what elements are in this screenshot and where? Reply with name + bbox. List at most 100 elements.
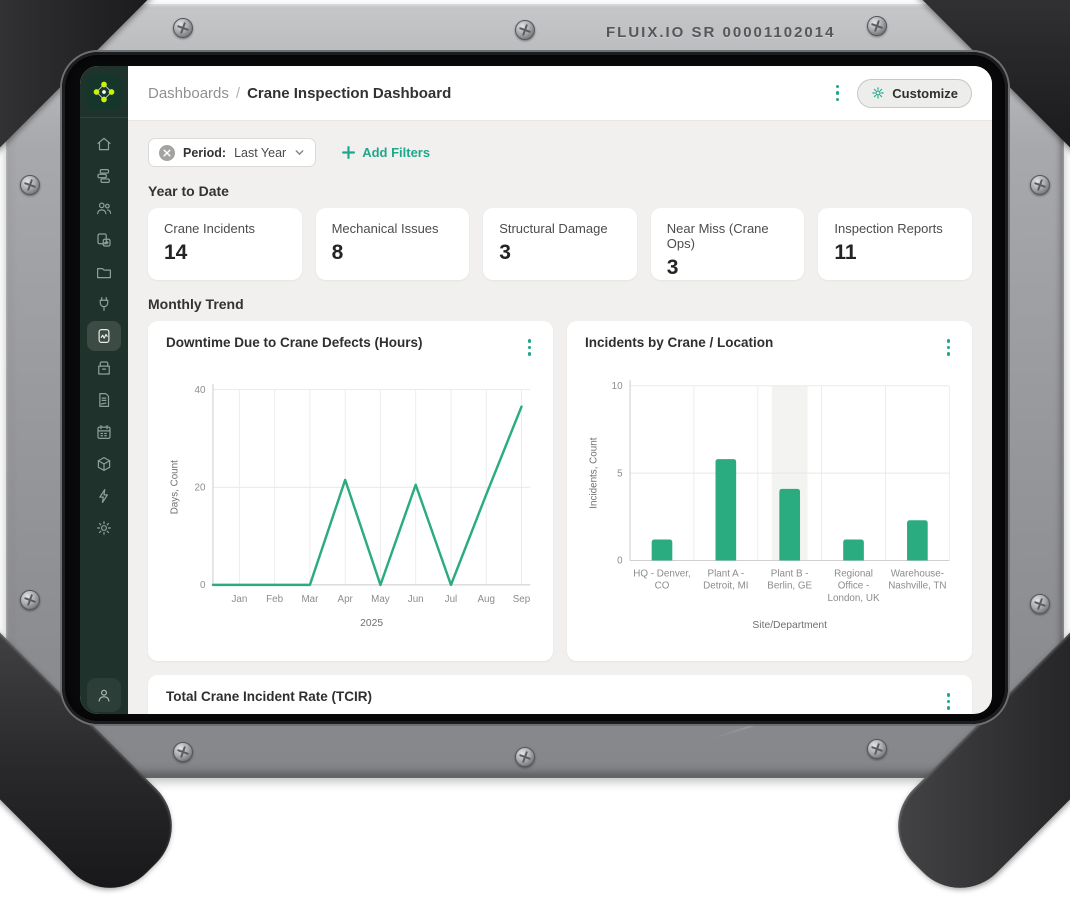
sidebar-item-automation[interactable] (87, 481, 121, 511)
sidebar-item-workflows[interactable] (87, 161, 121, 191)
sidebar-item-account[interactable] (87, 678, 121, 712)
sidebar (80, 66, 128, 714)
bar[interactable] (779, 488, 800, 560)
y-tick-label: 0 (617, 555, 623, 566)
close-icon (163, 149, 171, 157)
kpi-card-crane-incidents: Crane Incidents 14 (148, 208, 302, 280)
screw (20, 590, 40, 610)
sidebar-item-document-edit[interactable] (87, 385, 121, 415)
section-title-monthly-trend: Monthly Trend (148, 296, 972, 312)
folder-icon (95, 263, 113, 281)
downtime-chart-card: Downtime Due to Crane Defects (Hours) 0 2… (148, 321, 553, 661)
sidebar-item-analytics[interactable] (87, 321, 121, 351)
filter-value: Last Year (234, 146, 286, 160)
account-icon (95, 686, 113, 704)
bar[interactable] (907, 520, 928, 560)
sidebar-item-folder[interactable] (87, 257, 121, 287)
add-filters-label: Add Filters (362, 145, 430, 160)
device-brand-label: FLUIX.IO SR 00001102014 (606, 24, 835, 41)
incidents-chart-menu-button[interactable] (943, 335, 955, 360)
x-tick-label: Apr (338, 593, 354, 604)
kpi-value: 3 (667, 256, 789, 280)
chevron-down-icon (294, 147, 305, 158)
kpi-value: 11 (834, 241, 956, 265)
gear-icon (871, 86, 885, 100)
customize-label: Customize (892, 86, 958, 101)
customize-button[interactable]: Customize (857, 79, 972, 108)
kpi-card-mechanical-issues: Mechanical Issues 8 (316, 208, 470, 280)
line-chart: 02040JanFebMarAprMayJunJulAugSep2025Days… (166, 364, 535, 648)
downtime-chart-menu-button[interactable] (524, 335, 536, 360)
kpi-label: Structural Damage (499, 221, 621, 236)
y-tick-label: 5 (617, 468, 623, 479)
x-axis-title: Site/Department (752, 620, 827, 631)
x-axis-title: 2025 (360, 618, 383, 629)
chart-title: Downtime Due to Crane Defects (Hours) (166, 335, 423, 350)
bar-chart: 0510HQ - Denver,COPlant A -Detroit, MIPl… (585, 364, 954, 648)
calendar-icon (95, 423, 113, 441)
x-tick-label: Jan (231, 593, 247, 604)
line-series (213, 406, 522, 584)
settings-icon (95, 519, 113, 537)
package-icon (95, 455, 113, 473)
bar[interactable] (652, 539, 673, 560)
plus-icon (342, 146, 355, 159)
screw (867, 16, 887, 36)
section-title-year-to-date: Year to Date (148, 183, 972, 199)
dashboard-content: Period: Last Year Add Filters Year to Da… (128, 121, 992, 714)
tcir-card: Total Crane Incident Rate (TCIR) (148, 675, 972, 714)
app-header: Dashboards / Crane Inspection Dashboard … (128, 66, 992, 121)
plug-icon (95, 295, 113, 313)
kpi-card-near-miss: Near Miss (Crane Ops) 3 (651, 208, 805, 280)
charts-row: Downtime Due to Crane Defects (Hours) 0 2… (148, 321, 972, 661)
filter-bar: Period: Last Year Add Filters (148, 138, 972, 167)
sidebar-item-copy-export[interactable] (87, 225, 121, 255)
bar[interactable] (716, 459, 737, 560)
sidebar-item-home[interactable] (87, 129, 121, 159)
add-filters-button[interactable]: Add Filters (342, 145, 430, 160)
period-filter-chip[interactable]: Period: Last Year (148, 138, 316, 167)
incidents-chart-card: Incidents by Crane / Location 0510HQ - D… (567, 321, 972, 661)
app-window: Dashboards / Crane Inspection Dashboard … (80, 66, 992, 714)
x-tick-label: May (371, 593, 390, 604)
bar[interactable] (843, 539, 864, 560)
kpi-card-structural-damage: Structural Damage 3 (483, 208, 637, 280)
page-menu-button[interactable] (832, 81, 844, 106)
document-edit-icon (95, 391, 113, 409)
analytics-icon (95, 327, 113, 345)
x-tick-label: RegionalOffice -London, UK (828, 568, 880, 603)
y-tick-label: 10 (612, 381, 623, 392)
chart-title: Total Crane Incident Rate (TCIR) (166, 689, 372, 704)
x-tick-label: Aug (477, 593, 495, 604)
y-tick-label: 40 (194, 384, 205, 395)
screw (1030, 175, 1050, 195)
screw (515, 747, 535, 767)
x-tick-label: HQ - Denver,CO (633, 568, 690, 591)
kpi-value: 8 (332, 241, 454, 265)
sidebar-item-package[interactable] (87, 449, 121, 479)
x-tick-label: Mar (301, 593, 319, 604)
x-tick-label: Warehouse-Nashville, TN (888, 568, 946, 591)
kpi-row: Crane Incidents 14 Mechanical Issues 8 S… (148, 208, 972, 280)
fluix-logo[interactable] (86, 74, 122, 110)
breadcrumb-dashboards-link[interactable]: Dashboards (148, 85, 229, 102)
sidebar-item-settings[interactable] (87, 513, 121, 543)
copy-export-icon (95, 231, 113, 249)
sidebar-item-team[interactable] (87, 193, 121, 223)
sidebar-item-archive[interactable] (87, 353, 121, 383)
x-tick-label: Sep (513, 593, 531, 604)
kpi-label: Mechanical Issues (332, 221, 454, 236)
y-tick-label: 0 (200, 580, 206, 591)
y-axis-title: Incidents, Count (588, 437, 599, 508)
kpi-label: Crane Incidents (164, 221, 286, 236)
y-tick-label: 20 (194, 482, 205, 493)
remove-filter-button[interactable] (159, 145, 175, 161)
y-axis-title: Days, Count (169, 459, 180, 513)
screw (1030, 594, 1050, 614)
kpi-value: 14 (164, 241, 286, 265)
sidebar-item-calendar[interactable] (87, 417, 121, 447)
sidebar-item-plug[interactable] (87, 289, 121, 319)
page-title: Crane Inspection Dashboard (247, 85, 451, 102)
screw (173, 18, 193, 38)
tcir-chart-menu-button[interactable] (943, 689, 955, 714)
